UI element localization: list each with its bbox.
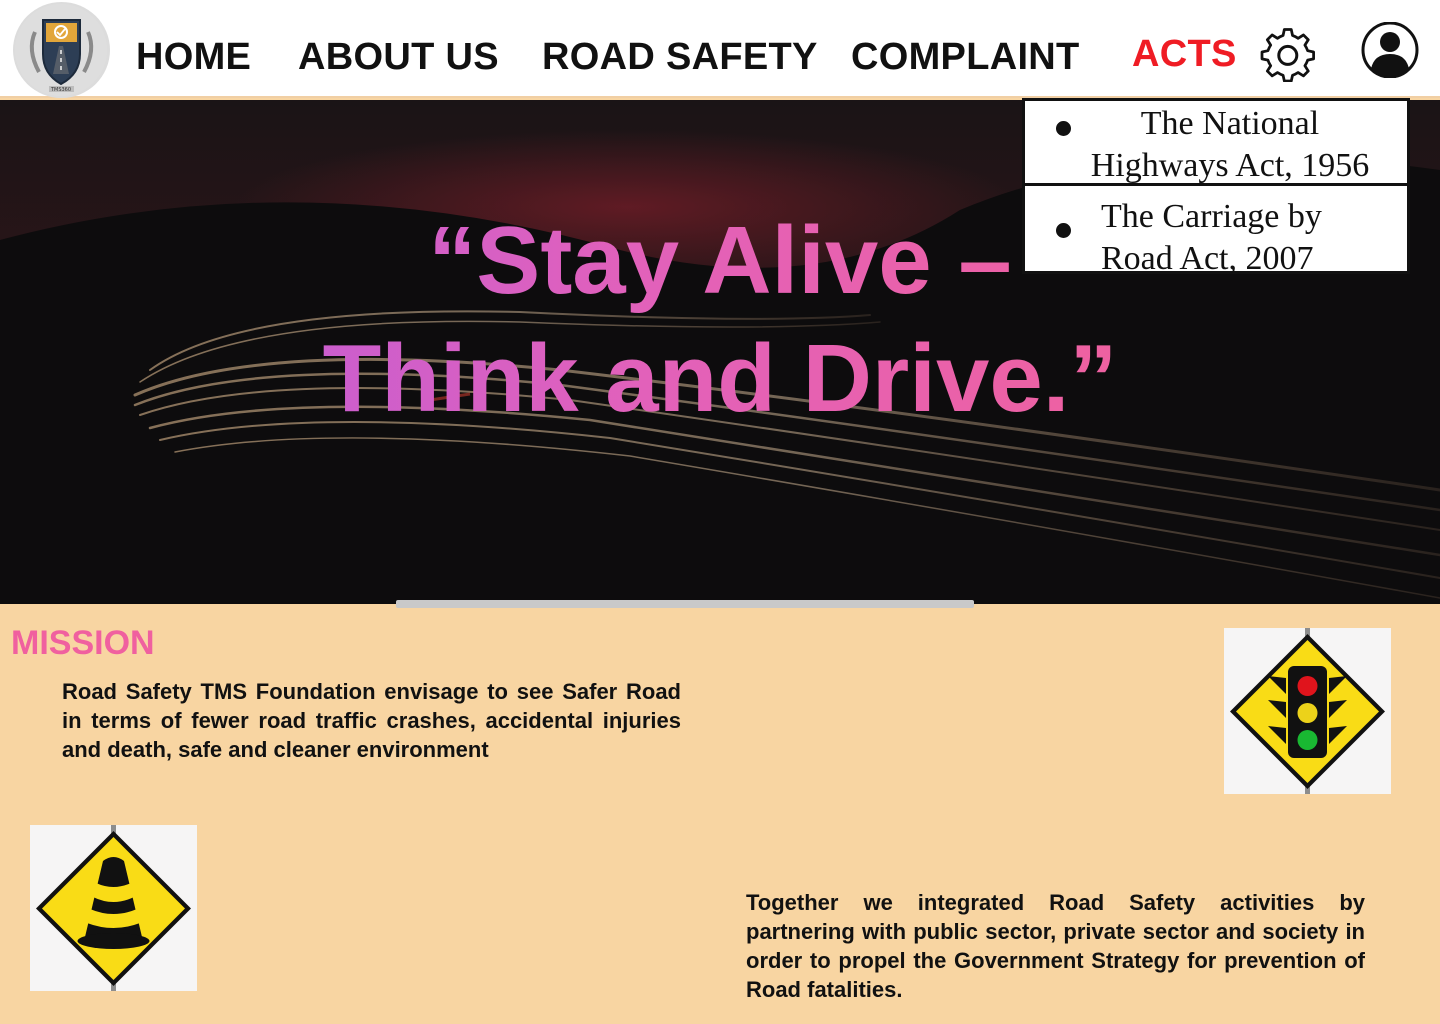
mission-statement: Road Safety TMS Foundation envisage to s… <box>62 679 681 762</box>
partnership-statement: Together we integrated Road Safety activ… <box>746 890 1365 1002</box>
nav-about-us[interactable]: ABOUT US <box>298 36 499 78</box>
dropdown-item-carriage-by-road-act[interactable]: The Carriage by Road Act, 2007 <box>1025 186 1407 277</box>
bullet-icon <box>1056 223 1071 238</box>
traffic-cone-sign-icon <box>30 825 197 991</box>
nav-road-safety[interactable]: ROAD SAFETY <box>542 36 818 78</box>
nav-acts[interactable]: ACTS <box>1132 33 1237 75</box>
hero-carousel-indicator[interactable] <box>396 600 974 608</box>
hero-slogan-line2: Think and Drive.” <box>0 324 1440 434</box>
acts-dropdown-menu: The National Highways Act, 1956 The Carr… <box>1022 98 1410 277</box>
dropdown-item-national-highways-act[interactable]: The National Highways Act, 1956 <box>1025 101 1407 186</box>
svg-text:TMS360: TMS360 <box>50 87 71 93</box>
dropdown-item-label: The National Highways Act, 1956 <box>1090 105 1370 184</box>
dropdown-item-label: The Carriage by Road Act, 2007 <box>1101 198 1322 277</box>
user-avatar-icon[interactable] <box>1360 21 1420 79</box>
nav-complaint[interactable]: COMPLAINT <box>851 36 1080 78</box>
nav-home[interactable]: HOME <box>136 36 251 78</box>
tms-logo[interactable]: TMS360 <box>13 2 110 98</box>
mission-heading: MISSION <box>11 624 155 662</box>
traffic-light-sign-icon <box>1224 628 1391 794</box>
gear-icon[interactable] <box>1258 24 1318 83</box>
top-navigation-bar: TMS360 HOME ABOUT US ROAD SAFETY COMPLAI… <box>0 0 1440 98</box>
